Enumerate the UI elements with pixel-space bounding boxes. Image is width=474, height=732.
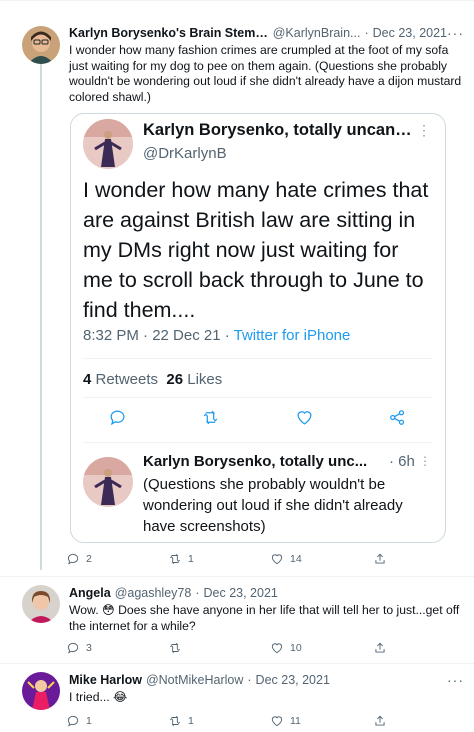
avatar-image xyxy=(22,26,60,64)
heart-icon xyxy=(271,716,283,727)
quoted-action-bar xyxy=(83,408,433,428)
quoted-reply-more-icon[interactable]: ⋮ xyxy=(419,454,431,468)
quoted-author-name[interactable]: Karlyn Borysenko, totally uncance... xyxy=(143,121,413,140)
tweet-header: Mike Harlow @NotMikeHarlow · Dec 23, 202… xyxy=(69,671,464,689)
quoted-tweet-time: 8:32 PM · 22 Dec 21 · xyxy=(83,327,234,344)
retweet-icon[interactable] xyxy=(201,408,220,432)
quoted-reply-time: · 6h xyxy=(389,453,415,470)
avatar[interactable] xyxy=(22,26,60,64)
like-count: 11 xyxy=(290,715,301,727)
reply-button[interactable]: 3 xyxy=(66,641,92,655)
tweet-header: Angela @agashley78 · Dec 23, 2021 xyxy=(69,584,464,602)
avatar[interactable] xyxy=(22,672,60,710)
author-handle[interactable]: @KarlynBrain... xyxy=(273,26,361,40)
share-icon xyxy=(375,642,385,653)
retweet-button[interactable]: 1 xyxy=(168,552,194,566)
likes-label[interactable]: Likes xyxy=(183,371,222,388)
like-button[interactable]: 14 xyxy=(270,552,302,566)
share-icon xyxy=(375,553,385,564)
separator-dot: · xyxy=(195,586,200,600)
avatar-image xyxy=(22,585,60,623)
flushed-face-emoji: 😳 xyxy=(101,603,115,617)
avatar[interactable] xyxy=(22,585,60,623)
quoted-more-icon[interactable]: ⋮ xyxy=(417,122,431,139)
heart-icon xyxy=(271,643,283,654)
retweet-icon xyxy=(170,554,180,564)
action-bar: 2 1 14 xyxy=(66,552,396,568)
author-name[interactable]: Angela xyxy=(69,586,111,600)
heart-icon xyxy=(271,554,283,565)
tweet-text-start: I tried... xyxy=(69,690,114,704)
like-count: 10 xyxy=(290,642,302,654)
reply-icon xyxy=(67,642,79,654)
author-handle[interactable]: @agashley78 xyxy=(115,586,192,600)
tweet-karlyn-brain-stem[interactable]: Karlyn Borysenko's Brain Stem & ... @Kar… xyxy=(0,0,474,575)
quoted-reply-avatar[interactable] xyxy=(83,457,133,507)
quoted-tweet-source[interactable]: Twitter for iPhone xyxy=(234,327,351,344)
tweet-text-rest: Does she have anyone in her life that wi… xyxy=(69,603,460,633)
divider xyxy=(83,442,433,443)
tweet-text: I tried... 😂 xyxy=(69,690,462,706)
divider xyxy=(83,358,433,359)
reply-count: 2 xyxy=(86,553,92,565)
tweet-date[interactable]: Dec 23, 2021 xyxy=(204,586,278,600)
author-name[interactable]: Karlyn Borysenko's Brain Stem & ... xyxy=(69,26,269,40)
retweets-label[interactable]: Retweets xyxy=(91,371,159,388)
tweet-mike-harlow[interactable]: Mike Harlow @NotMikeHarlow · Dec 23, 202… xyxy=(0,664,474,732)
share-icon xyxy=(375,715,385,726)
tweet-angela[interactable]: Angela @agashley78 · Dec 23, 2021 Wow. 😳… xyxy=(0,577,474,663)
action-bar: 1 1 11 xyxy=(66,714,396,730)
quoted-author-handle[interactable]: @DrKarlynB xyxy=(143,145,227,162)
author-handle[interactable]: @NotMikeHarlow xyxy=(146,673,243,687)
retweet-button[interactable] xyxy=(168,641,188,655)
reply-count: 1 xyxy=(86,715,92,727)
like-button[interactable]: 11 xyxy=(270,714,301,728)
retweet-count: 1 xyxy=(188,553,194,565)
tweet-header: Karlyn Borysenko's Brain Stem & ... @Kar… xyxy=(69,24,464,42)
separator-dot: · xyxy=(247,673,252,687)
quoted-reply-author-name[interactable]: Karlyn Borysenko, totally unc... xyxy=(143,453,383,470)
tweet-text: I wonder how many fashion crimes are cru… xyxy=(69,43,462,104)
author-name[interactable]: Mike Harlow xyxy=(69,673,142,687)
quoted-tweet-stats: 4 Retweets 26 Likes xyxy=(83,371,222,388)
retweet-icon xyxy=(170,716,180,726)
share-icon[interactable] xyxy=(388,408,407,432)
reply-icon xyxy=(67,715,79,727)
separator-dot: · xyxy=(364,26,369,40)
quoted-avatar-image xyxy=(83,119,133,169)
quoted-tweet-card[interactable]: Karlyn Borysenko, totally uncance... @Dr… xyxy=(70,113,446,543)
heart-icon[interactable] xyxy=(295,408,314,432)
quoted-reply-text: (Questions she probably wouldn't be wond… xyxy=(143,476,403,535)
quoted-tweet-meta: 8:32 PM · 22 Dec 21 · Twitter for iPhone xyxy=(83,327,350,344)
more-icon[interactable]: ··· xyxy=(447,672,464,688)
divider xyxy=(83,397,433,398)
more-icon[interactable]: ··· xyxy=(447,25,464,41)
like-button[interactable]: 10 xyxy=(270,641,302,655)
like-count: 14 xyxy=(290,553,302,565)
reply-count: 3 xyxy=(86,642,92,654)
quoted-avatar[interactable] xyxy=(83,119,133,169)
like-count[interactable]: 26 xyxy=(166,371,183,388)
quoted-tweet-text: I wonder how many hate crimes that are a… xyxy=(83,178,429,322)
quoted-reply-avatar-image xyxy=(83,457,133,507)
share-button[interactable] xyxy=(373,714,387,728)
avatar-image xyxy=(22,672,60,710)
laughing-tears-emoji: 😂 xyxy=(113,690,128,704)
reply-button[interactable]: 2 xyxy=(66,552,92,566)
retweet-count: 1 xyxy=(188,715,194,727)
tweet-date[interactable]: Dec 23, 2021 xyxy=(256,673,330,687)
reply-icon xyxy=(67,553,79,565)
retweet-button[interactable]: 1 xyxy=(168,714,194,728)
tweet-text: Wow. 😳 Does she have anyone in her life … xyxy=(69,603,462,634)
share-button[interactable] xyxy=(373,552,387,566)
share-button[interactable] xyxy=(373,641,387,655)
reply-icon[interactable] xyxy=(108,408,127,432)
action-bar: 3 10 xyxy=(66,641,396,657)
retweet-icon xyxy=(170,643,180,653)
reply-button[interactable]: 1 xyxy=(66,714,92,728)
tweet-text-start: Wow. xyxy=(69,603,102,617)
tweet-date[interactable]: Dec 23, 2021 xyxy=(373,26,447,40)
